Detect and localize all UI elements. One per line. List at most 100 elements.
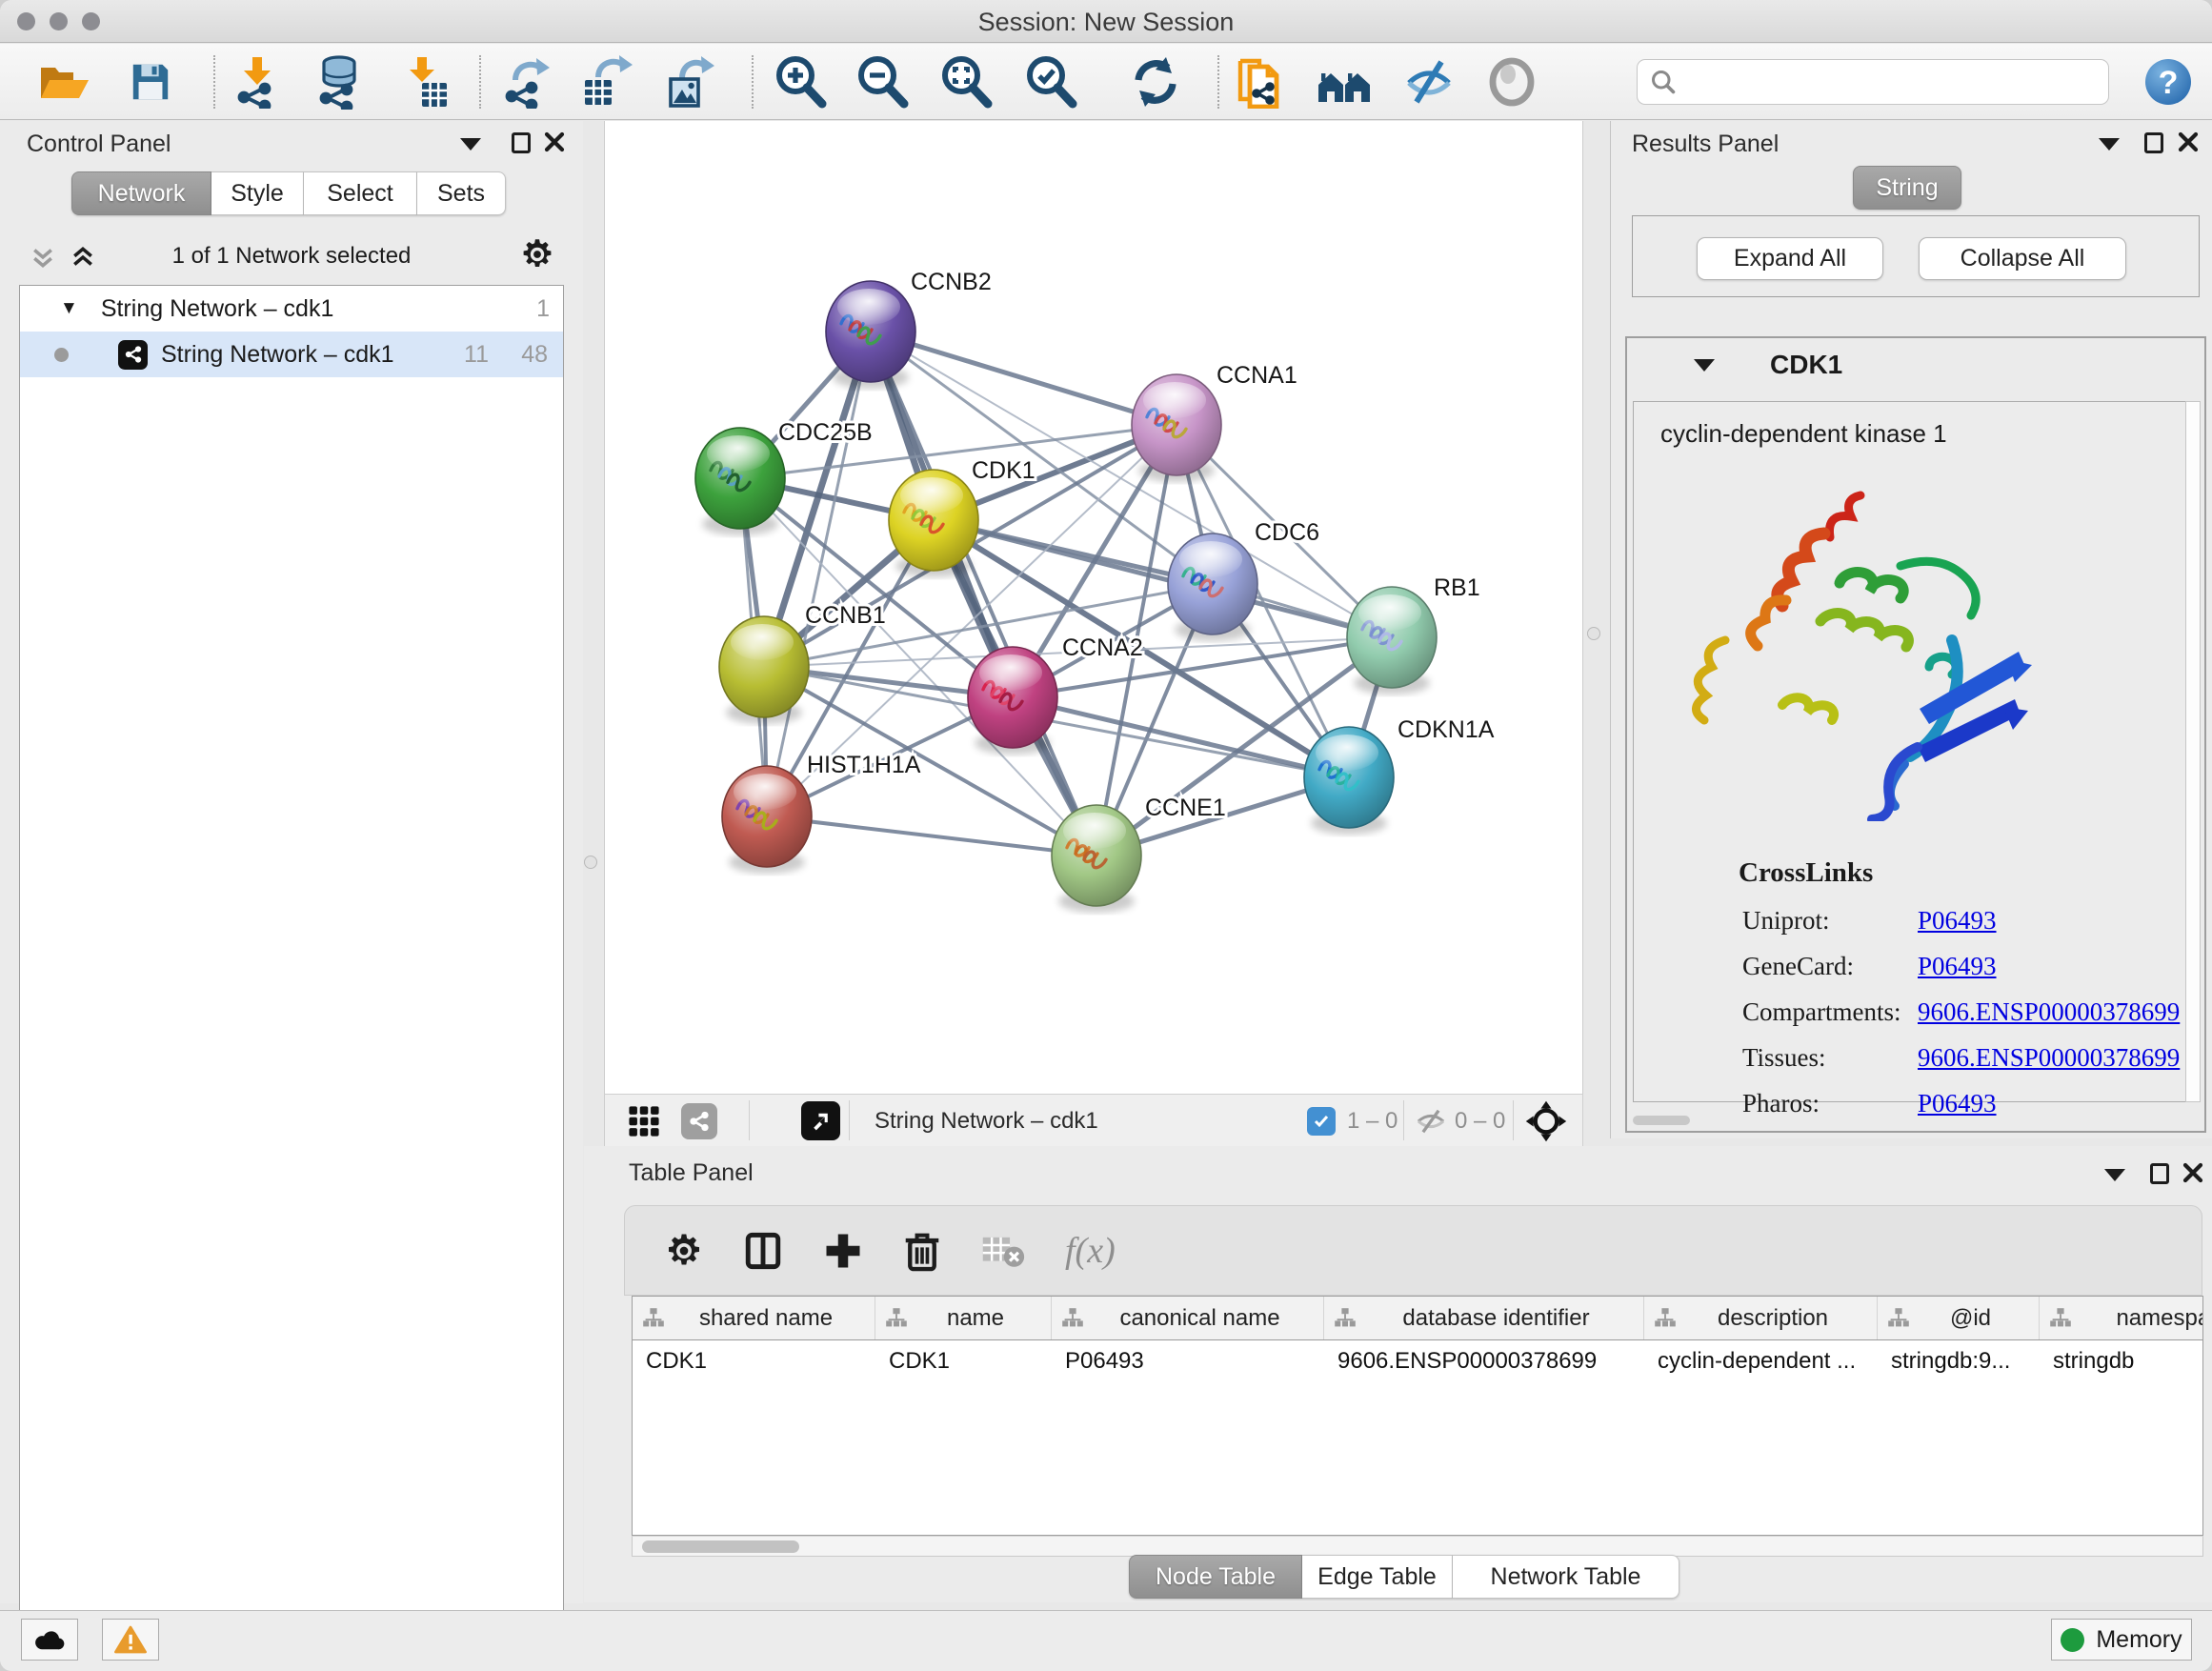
table-panel-close-icon[interactable] <box>2182 1161 2204 1189</box>
birds-eye-view-icon[interactable] <box>801 1101 840 1140</box>
node-cdkn1a[interactable]: CDKN1A <box>1304 716 1495 835</box>
home-icon[interactable] <box>1317 58 1372 106</box>
edge-cdk1-rb1[interactable] <box>934 520 1392 637</box>
results-vertical-scrollbar[interactable] <box>2185 401 2201 1102</box>
column-header-canonical-name[interactable]: canonical name <box>1052 1297 1324 1339</box>
tree-expand-icon[interactable]: ▼ <box>60 298 78 319</box>
control-panel-collapse-icon[interactable] <box>460 138 481 151</box>
crosslink-link[interactable]: 9606.ENSP00000378699 <box>1918 1043 2180 1073</box>
open-file-icon[interactable] <box>39 60 90 104</box>
table-cell[interactable]: CDK1 <box>875 1340 1052 1384</box>
selected-count: 1 – 0 <box>1347 1108 1398 1135</box>
left-splitter-handle[interactable] <box>584 856 597 869</box>
warnings-button[interactable] <box>102 1619 159 1661</box>
hide-panel-eye-slash-icon[interactable] <box>1403 56 1455 108</box>
node-ccnb2[interactable]: CCNB2 <box>826 269 992 389</box>
column-header-name[interactable]: name <box>875 1297 1052 1339</box>
tab-sets[interactable]: Sets <box>417 171 506 215</box>
table-row[interactable]: CDK1CDK1P064939606.ENSP00000378699cyclin… <box>633 1340 2202 1384</box>
tab-node-table[interactable]: Node Table <box>1129 1555 1302 1599</box>
node-cdc25b[interactable]: CDC25B <box>695 419 873 535</box>
function-builder-icon[interactable]: f(x) <box>1065 1230 1116 1272</box>
show-panel-eye-icon[interactable] <box>1488 56 1536 108</box>
import-network-database-icon[interactable] <box>311 54 366 110</box>
tab-string[interactable]: String <box>1853 166 1961 210</box>
show-columns-icon[interactable] <box>743 1231 783 1271</box>
table-settings-gear-icon[interactable] <box>665 1232 703 1270</box>
create-column-plus-icon[interactable] <box>823 1231 863 1271</box>
delete-table-icon[interactable] <box>981 1232 1025 1270</box>
edge-ccnb2-hist1h1a[interactable] <box>767 332 871 816</box>
zoom-selected-icon[interactable] <box>1023 54 1078 110</box>
refresh-icon[interactable] <box>1129 55 1182 109</box>
import-table-icon[interactable] <box>399 55 452 109</box>
edge-ccnb2-ccna1[interactable] <box>871 332 1176 425</box>
expand-all-button[interactable]: Expand All <box>1697 237 1883 280</box>
results-panel-float-icon[interactable] <box>2144 132 2163 153</box>
share-document-icon[interactable] <box>1233 55 1286 109</box>
tab-edge-table[interactable]: Edge Table <box>1302 1555 1453 1599</box>
network-collection-row[interactable]: ▼ String Network – cdk1 1 <box>20 286 563 332</box>
right-splitter-handle[interactable] <box>1587 627 1600 640</box>
export-image-icon[interactable] <box>663 55 716 109</box>
export-table-icon[interactable] <box>579 54 634 110</box>
table-cell[interactable]: CDK1 <box>633 1340 875 1384</box>
cloud-button[interactable] <box>21 1619 78 1661</box>
results-panel-collapse-icon[interactable] <box>2099 138 2120 151</box>
save-session-icon[interactable] <box>129 60 172 104</box>
network-graph[interactable]: CCNB2CCNA1CDC25BCDK1CDC6RB1CCNB1CCNA2CDK… <box>605 121 1582 1092</box>
table-panel-float-icon[interactable] <box>2150 1163 2169 1184</box>
column-header-namespace[interactable]: namespace <box>2040 1297 2203 1339</box>
collapse-all-button[interactable]: Collapse All <box>1919 237 2126 280</box>
tab-network[interactable]: Network <box>71 171 211 215</box>
crosslink-link[interactable]: P06493 <box>1918 952 1997 981</box>
column-header-description[interactable]: description <box>1644 1297 1878 1339</box>
table-panel-title: Table Panel <box>629 1159 754 1187</box>
column-header--id[interactable]: @id <box>1878 1297 2040 1339</box>
control-panel-float-icon[interactable] <box>512 132 531 153</box>
memory-button[interactable]: Memory <box>2051 1619 2192 1661</box>
tab-select[interactable]: Select <box>304 171 417 215</box>
crosslink-link[interactable]: 9606.ENSP00000378699 <box>1918 997 2180 1027</box>
search-input[interactable] <box>1637 59 2109 105</box>
network-options-gear-icon[interactable] <box>520 237 554 276</box>
node-cdk1[interactable]: CDK1 <box>889 457 1036 577</box>
node-ccne1[interactable]: CCNE1 <box>1052 795 1226 913</box>
table-cell[interactable]: P06493 <box>1052 1340 1324 1384</box>
node-rb1[interactable]: RB1 <box>1347 574 1480 695</box>
column-header-shared-name[interactable]: shared name <box>633 1297 875 1339</box>
network-canvas[interactable]: CCNB2CCNA1CDC25BCDK1CDC6RB1CCNB1CCNA2CDK… <box>604 121 1583 1094</box>
column-header-database-identifier[interactable]: database identifier <box>1324 1297 1644 1339</box>
edge-ccna2-cdkn1a[interactable] <box>1013 697 1349 777</box>
table-panel-collapse-icon[interactable] <box>2104 1169 2125 1181</box>
network-row-selected[interactable]: String Network – cdk1 11 48 <box>20 332 563 377</box>
table-horizontal-scrollbar[interactable] <box>632 1536 2203 1557</box>
help-icon[interactable]: ? <box>2143 57 2193 107</box>
edge-hist1h1a-ccne1[interactable] <box>767 816 1096 856</box>
table-cell[interactable]: 9606.ENSP00000378699 <box>1324 1340 1644 1384</box>
import-network-file-icon[interactable] <box>231 55 284 109</box>
zoom-out-icon[interactable] <box>855 54 910 110</box>
network-share-view-icon[interactable] <box>681 1103 717 1139</box>
crosslink-link[interactable]: P06493 <box>1918 1089 1997 1118</box>
crosslink-link[interactable]: P06493 <box>1918 906 1997 936</box>
grid-view-icon[interactable] <box>628 1105 660 1142</box>
selected-checkbox-icon[interactable] <box>1307 1107 1336 1136</box>
results-horizontal-scrollbar[interactable] <box>1633 1116 1690 1125</box>
export-network-icon[interactable] <box>498 55 552 109</box>
fit-content-crosshair-icon[interactable] <box>1525 1100 1567 1147</box>
delete-column-trash-icon[interactable] <box>903 1230 941 1272</box>
zoom-in-icon[interactable] <box>773 54 828 110</box>
results-panel-close-icon[interactable] <box>2177 131 2200 158</box>
control-panel-close-icon[interactable] <box>543 131 566 158</box>
node-hist1h1a[interactable]: HIST1H1A <box>722 752 921 874</box>
table-cell[interactable]: cyclin-dependent ... <box>1644 1340 1878 1384</box>
table-cell[interactable]: stringdb <box>2040 1340 2203 1384</box>
node-cdc6[interactable]: CDC6 <box>1168 519 1319 641</box>
gene-collapse-icon[interactable] <box>1694 359 1715 372</box>
table-cell[interactable]: stringdb:9... <box>1878 1340 2040 1384</box>
scrollbar-thumb[interactable] <box>642 1540 799 1553</box>
tab-network-table[interactable]: Network Table <box>1453 1555 1679 1599</box>
tab-style[interactable]: Style <box>211 171 304 215</box>
zoom-fit-icon[interactable] <box>938 54 994 110</box>
